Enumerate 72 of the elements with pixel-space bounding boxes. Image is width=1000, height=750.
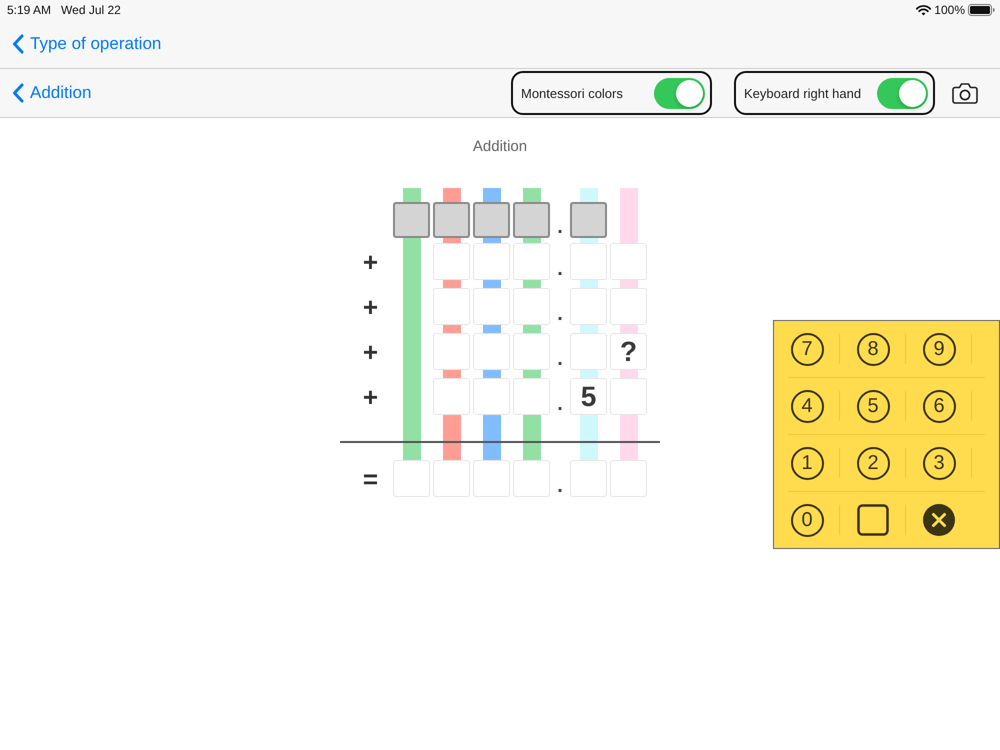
digit-key[interactable]: 4 <box>790 390 824 422</box>
chevron-left-icon <box>12 34 24 54</box>
input-box[interactable] <box>473 460 510 497</box>
input-box[interactable] <box>393 460 430 497</box>
digit-key[interactable]: 2 <box>856 446 890 480</box>
shaded-input-box[interactable] <box>513 202 550 238</box>
input-box[interactable] <box>570 333 607 370</box>
shaded-input-box[interactable] <box>570 202 607 238</box>
input-box[interactable] <box>513 288 550 325</box>
clear-key[interactable] <box>923 504 955 536</box>
input-box[interactable] <box>433 378 470 415</box>
input-box[interactable] <box>433 243 470 280</box>
battery-icon <box>968 4 995 16</box>
input-box[interactable] <box>433 333 470 370</box>
square-key[interactable] <box>857 504 889 536</box>
input-box[interactable] <box>570 460 607 497</box>
back-button[interactable]: Addition <box>12 83 92 103</box>
camera-button[interactable] <box>952 82 978 104</box>
input-box[interactable] <box>473 333 510 370</box>
digit-key[interactable]: 6 <box>922 390 956 422</box>
input-box[interactable] <box>570 243 607 280</box>
input-box[interactable]: 5 <box>570 378 607 415</box>
input-box[interactable] <box>473 288 510 325</box>
operator-sign: + <box>362 338 379 364</box>
decimal-point: . <box>557 304 563 324</box>
camera-icon <box>952 82 978 104</box>
input-box[interactable] <box>513 460 550 497</box>
digit-key[interactable]: 5 <box>856 390 890 422</box>
toggle-label: Montessori colors <box>521 86 623 100</box>
decimal-point: . <box>557 259 563 279</box>
digit-key[interactable]: 1 <box>790 446 824 480</box>
operator-sign: + <box>362 294 379 320</box>
digit-key[interactable]: 0 <box>790 504 824 536</box>
input-box[interactable] <box>473 378 510 415</box>
decimal-point: . <box>557 394 563 414</box>
wifi-icon <box>916 4 932 16</box>
input-box[interactable] <box>513 333 550 370</box>
input-box[interactable] <box>610 378 647 415</box>
status-time: 5:19 AM <box>7 3 52 17</box>
shaded-input-box[interactable] <box>433 202 470 238</box>
chevron-left-icon <box>12 83 24 103</box>
input-box[interactable] <box>473 243 510 280</box>
input-box[interactable] <box>610 460 647 497</box>
toggle-switch[interactable] <box>654 78 705 108</box>
input-box[interactable] <box>610 243 647 280</box>
worksheet-title: Addition <box>472 138 528 156</box>
digit-key[interactable]: 8 <box>856 332 890 366</box>
input-box[interactable] <box>433 288 470 325</box>
status-date: Wed Jul 22 <box>61 3 121 17</box>
decimal-point: . <box>557 217 563 237</box>
input-box[interactable] <box>610 288 647 325</box>
decimal-point: . <box>557 476 563 496</box>
operator-sign: = <box>362 466 379 492</box>
input-box[interactable]: ? <box>610 333 647 370</box>
input-box[interactable] <box>513 243 550 280</box>
input-box[interactable] <box>513 378 550 415</box>
toggle-label: Keyboard right hand <box>744 86 862 100</box>
digit-key[interactable]: 7 <box>790 332 824 366</box>
input-box[interactable] <box>433 460 470 497</box>
square-icon <box>857 504 889 536</box>
digit-key[interactable]: 9 <box>922 332 956 366</box>
x-circle-icon <box>923 504 955 536</box>
toggle-switch[interactable] <box>877 78 928 108</box>
operator-sign: + <box>362 248 379 274</box>
input-box[interactable] <box>570 288 607 325</box>
battery-percent: 100% <box>934 3 965 17</box>
digit-key[interactable]: 3 <box>922 446 956 480</box>
decimal-point: . <box>557 349 563 369</box>
shaded-input-box[interactable] <box>473 202 510 238</box>
back-button[interactable]: Type of operation <box>12 34 162 54</box>
shaded-input-box[interactable] <box>393 202 430 238</box>
operator-sign: + <box>362 384 379 410</box>
